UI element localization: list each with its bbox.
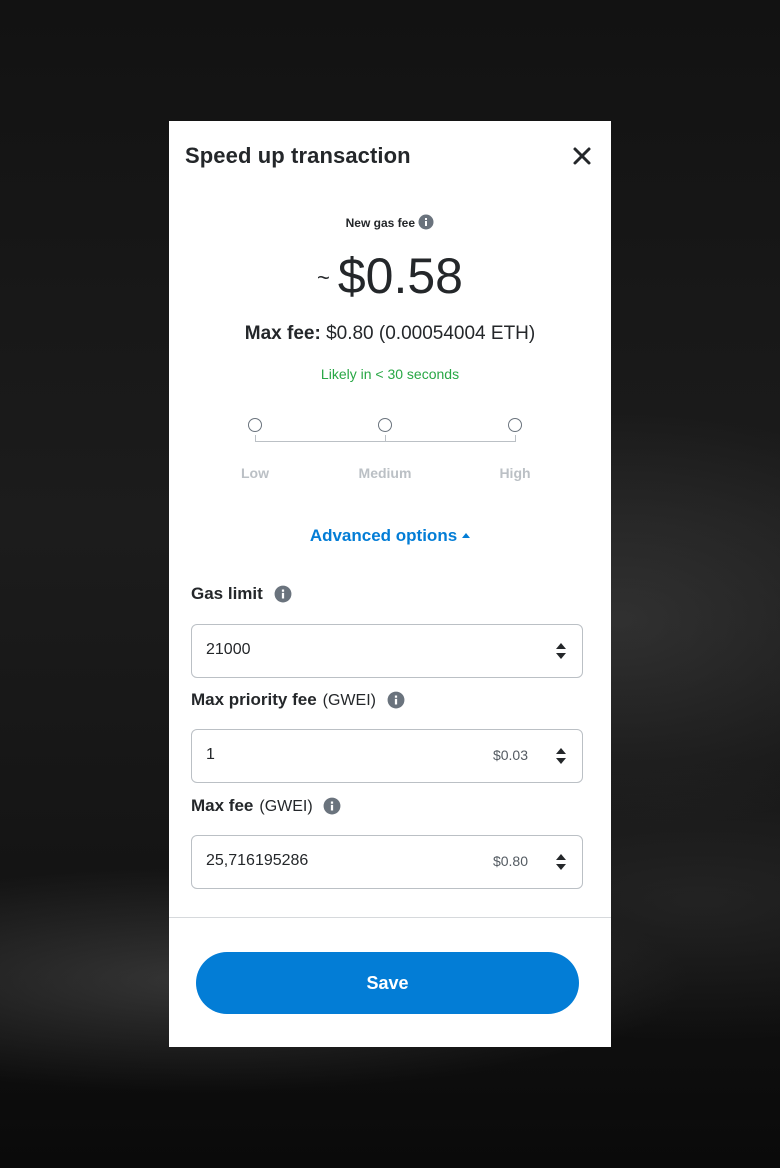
footer-divider xyxy=(169,917,611,918)
estimated-fee: ~ $0.58 xyxy=(169,246,611,308)
advanced-options-label: Advanced options xyxy=(309,526,458,545)
max-fee-unit: (GWEI) xyxy=(259,798,313,815)
slider-option-high[interactable] xyxy=(508,418,522,432)
slider-option-medium[interactable] xyxy=(378,418,392,432)
slider-tick xyxy=(385,435,386,442)
slider-tick xyxy=(255,435,256,442)
new-gas-fee-header: New gas fee xyxy=(169,214,611,233)
info-icon[interactable] xyxy=(274,585,292,608)
max-priority-fee-label-row: Max priority fee (GWEI) xyxy=(191,690,405,714)
max-priority-fee-label: Max priority fee xyxy=(191,690,317,709)
info-icon[interactable] xyxy=(323,797,341,820)
gas-limit-value: 21000 xyxy=(206,641,251,658)
slider-label-medium[interactable]: Medium xyxy=(345,465,425,481)
approx-symbol: ~ xyxy=(317,265,330,290)
gas-limit-label: Gas limit xyxy=(191,584,263,603)
fee-amount: $0.58 xyxy=(337,248,463,304)
modal-title: Speed up transaction xyxy=(185,143,411,168)
advanced-options-toggle[interactable]: Advanced options xyxy=(169,526,611,546)
stepper-icon[interactable] xyxy=(554,850,568,874)
info-icon[interactable] xyxy=(387,691,405,714)
new-gas-fee-label: New gas fee xyxy=(345,216,416,230)
slider-label-high[interactable]: High xyxy=(475,465,555,481)
slider-label-low[interactable]: Low xyxy=(215,465,295,481)
max-fee-field-label: Max fee xyxy=(191,796,254,815)
max-fee-input[interactable]: 25,716195286 $0.80 xyxy=(191,835,583,889)
stepper-icon[interactable] xyxy=(554,639,568,663)
gas-limit-label-row: Gas limit xyxy=(191,584,292,608)
likely-time: Likely in < 30 seconds xyxy=(320,366,460,382)
max-fee-value: $0.80 (0.00054004 ETH) xyxy=(326,323,536,344)
max-fee-label: Max fee: xyxy=(244,323,321,344)
max-priority-fee-value: 1 xyxy=(206,746,215,763)
slider-tick xyxy=(515,435,516,442)
gas-limit-input[interactable]: 21000 xyxy=(191,624,583,678)
stepper-icon[interactable] xyxy=(554,744,568,768)
max-priority-fee-unit: (GWEI) xyxy=(322,692,376,709)
caret-up-icon xyxy=(462,533,471,538)
max-fee-summary: Max fee: $0.80 (0.00054004 ETH) xyxy=(169,323,611,345)
close-button[interactable] xyxy=(569,143,595,169)
close-icon xyxy=(573,147,591,165)
max-priority-fee-input[interactable]: 1 $0.03 xyxy=(191,729,583,783)
max-fee-field-value: 25,716195286 xyxy=(206,852,309,869)
gas-speed-slider[interactable]: Low Medium High xyxy=(241,417,531,487)
save-button[interactable]: Save xyxy=(196,952,579,1014)
max-priority-fee-fiat: $0.03 xyxy=(492,747,528,763)
slider-option-low[interactable] xyxy=(248,418,262,432)
speed-up-modal: Speed up transaction New gas fee ~ $0.58 … xyxy=(169,121,611,1047)
info-icon[interactable] xyxy=(418,214,434,233)
max-fee-fiat: $0.80 xyxy=(492,853,528,869)
max-fee-label-row: Max fee (GWEI) xyxy=(191,796,341,820)
